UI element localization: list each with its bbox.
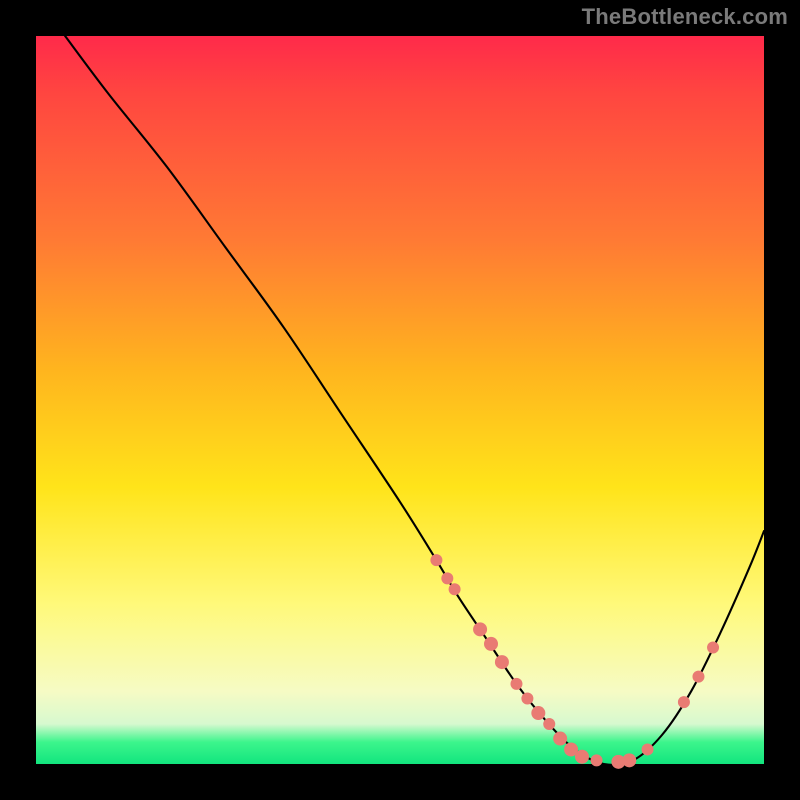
highlighted-marker	[591, 754, 603, 766]
highlighted-marker	[441, 572, 453, 584]
highlighted-marker	[575, 750, 589, 764]
chart-plot-area	[36, 36, 764, 764]
highlighted-marker	[495, 655, 509, 669]
highlighted-marker	[553, 732, 567, 746]
highlighted-marker	[449, 583, 461, 595]
highlighted-markers-group	[430, 554, 719, 769]
highlighted-marker	[473, 622, 487, 636]
highlighted-marker	[484, 637, 498, 651]
highlighted-marker	[521, 692, 533, 704]
highlighted-marker	[642, 743, 654, 755]
highlighted-marker	[510, 678, 522, 690]
highlighted-marker	[707, 642, 719, 654]
highlighted-marker	[531, 706, 545, 720]
highlighted-marker	[678, 696, 690, 708]
attribution-label: TheBottleneck.com	[582, 4, 788, 30]
highlighted-marker	[430, 554, 442, 566]
bottleneck-curve-line	[65, 36, 764, 765]
highlighted-marker	[622, 753, 636, 767]
highlighted-marker	[543, 718, 555, 730]
bottleneck-chart-svg	[36, 36, 764, 764]
highlighted-marker	[692, 671, 704, 683]
